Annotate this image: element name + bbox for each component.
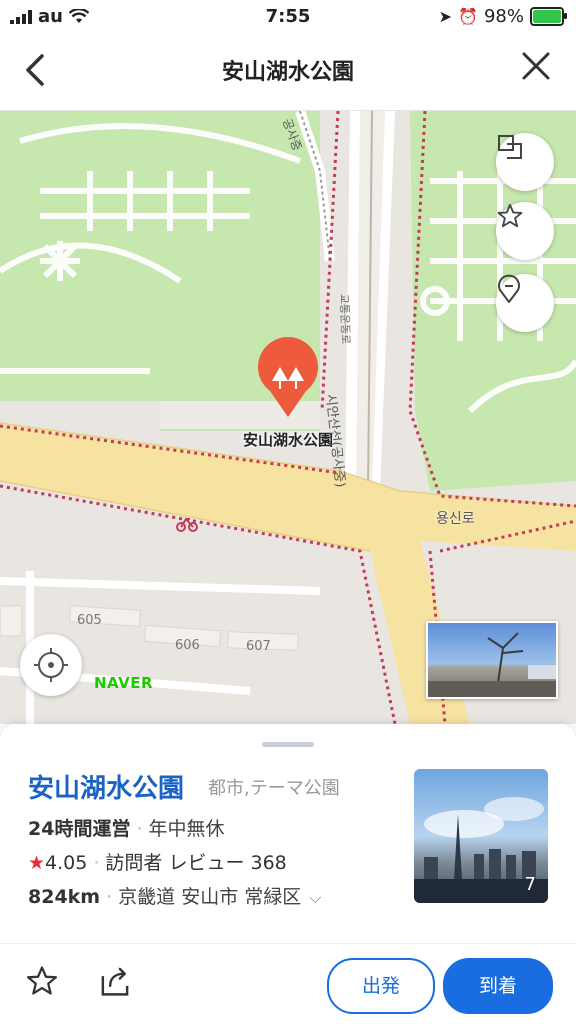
- nav-header: 安山湖水公園: [0, 34, 576, 111]
- place-sheet[interactable]: 安山湖水公園 都市,テーマ公園 24時間運営 · 年中無休 ★4.05 · 訪問者 レビ…: [0, 724, 576, 1024]
- photo-count: 7: [524, 874, 536, 895]
- rating-value: 4.05: [45, 852, 88, 874]
- sheet-handle[interactable]: [262, 742, 314, 747]
- star-rating-icon: ★: [28, 852, 46, 874]
- chevron-down-icon[interactable]: ⌵: [309, 888, 321, 908]
- address: 京畿道 安山市 常緑区: [118, 886, 302, 908]
- naver-logo: NAVER: [94, 674, 154, 692]
- status-bar: au 7:55 ➤ ⏰ 98%: [0, 0, 576, 34]
- favorite-map-button[interactable]: [496, 202, 554, 260]
- visitor-review-count: 368: [250, 852, 287, 874]
- share-button[interactable]: [95, 964, 135, 1004]
- battery-icon: [530, 7, 567, 26]
- status-right: ➤ ⏰ 98%: [438, 6, 567, 27]
- place-name[interactable]: 安山湖水公園: [28, 768, 184, 805]
- place-photo[interactable]: 7: [414, 769, 548, 903]
- hours-row: 24時間運営 · 年中無休: [28, 818, 225, 840]
- pin-button[interactable]: [496, 274, 554, 332]
- street-view-image: [428, 632, 556, 697]
- building-number: 605: [77, 613, 102, 628]
- sheet-divider: [0, 943, 576, 944]
- alarm-icon: ⏰: [458, 7, 478, 26]
- distance: 824km: [28, 886, 101, 908]
- hours-note: 年中無休: [148, 818, 225, 840]
- address-row[interactable]: 824km · 京畿道 安山市 常緑区 ⌵: [28, 882, 321, 909]
- locate-button[interactable]: [20, 634, 82, 696]
- star-outline-icon: [26, 966, 58, 995]
- location-arrow-icon: ➤: [438, 7, 453, 26]
- page-title: 安山湖水公園: [221, 60, 354, 85]
- depart-button[interactable]: 出発: [327, 958, 435, 1014]
- close-icon: [522, 52, 550, 80]
- building-number: 606: [175, 638, 200, 653]
- visitor-review-label: 訪問者 レビュー: [105, 852, 245, 874]
- pin-icon: [498, 274, 520, 303]
- right-road-label: 교통운동로: [337, 293, 353, 345]
- layers-icon: [498, 135, 522, 159]
- battery-percent: 98%: [483, 6, 524, 27]
- road-label: 용신로: [436, 511, 475, 527]
- hours-status: 24時間運営: [28, 818, 131, 840]
- place-category: 都市,テーマ公園: [208, 778, 340, 799]
- share-icon: [101, 967, 129, 996]
- star-icon: [497, 203, 523, 228]
- save-button[interactable]: [22, 964, 62, 1004]
- rating-row[interactable]: ★4.05 · 訪問者 レビュー 368: [28, 848, 287, 875]
- street-view-thumbnail[interactable]: [426, 621, 558, 699]
- map-view[interactable]: 安山湖水公園 용신로 시안산선(공사중) 공사중 교통운동로 605 606 6…: [0, 111, 576, 724]
- close-button[interactable]: [518, 50, 554, 90]
- building-number: 607: [246, 639, 271, 654]
- layers-button[interactable]: [496, 133, 554, 191]
- arrive-button[interactable]: 到着: [443, 958, 553, 1014]
- locate-icon: [34, 648, 68, 682]
